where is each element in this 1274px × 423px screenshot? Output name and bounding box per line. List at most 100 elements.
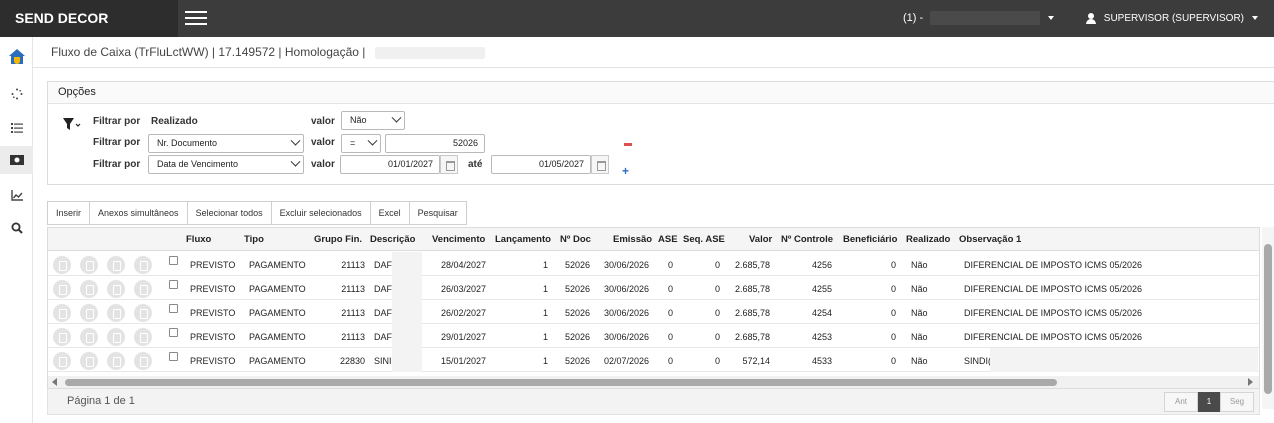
col-beneficiario[interactable]: Beneficiário [843,234,897,245]
delete-row-icon[interactable] [107,304,125,322]
calendar-icon[interactable] [591,155,609,174]
cell-seq-ase: 0 [714,260,720,270]
cell-realizado: Não [911,308,928,318]
cell-descricao: DAF [374,332,392,342]
row-checkbox[interactable] [169,256,178,265]
vertical-scrollbar[interactable] [1262,227,1274,409]
prev-page-button[interactable]: Ant [1164,392,1198,412]
document-number-input[interactable]: 52026 [385,134,485,153]
horizontal-scroll-thumb[interactable] [65,379,1057,386]
excel-button[interactable]: Excel [370,201,410,225]
view-row-icon[interactable] [53,304,71,322]
date-from-input[interactable]: 01/01/2027 [340,155,440,174]
col-lancamento[interactable]: Lançamento [495,234,551,245]
search-button[interactable]: Pesquisar [409,201,467,225]
delete-row-icon[interactable] [107,280,125,298]
edit-row-icon[interactable] [80,256,98,274]
edit-row-icon[interactable] [80,352,98,370]
sidebar-item-cash[interactable] [0,146,33,174]
realizado-value-select[interactable]: Não [341,111,405,130]
table-row[interactable]: PREVISTO PAGAMENTO 21113 DAF 26/02/2027 1 5202… [48,300,1259,324]
redacted-cell [392,300,422,324]
edit-row-icon[interactable] [80,280,98,298]
delete-row-icon[interactable] [107,328,125,346]
sidebar-item-home[interactable] [0,43,33,71]
cell-lancamento: 1 [542,284,548,294]
cell-nr-controle: 4253 [811,332,832,342]
filter-icon[interactable] [63,118,83,132]
filter-value-label-2: valor [311,137,335,148]
col-valor[interactable]: Valor [749,234,772,245]
row-checkbox[interactable] [169,304,178,313]
remove-filter-icon[interactable] [624,143,632,146]
col-vencimento[interactable]: Vencimento [432,234,485,245]
operator-select[interactable]: = [341,134,381,153]
col-nr-controle[interactable]: Nº Controle [781,234,833,245]
edit-row-icon[interactable] [80,328,98,346]
col-emissao[interactable]: Emissão [613,234,652,245]
add-filter-icon[interactable]: + [622,164,629,178]
delete-selected-button[interactable]: Excluir selecionados [271,201,371,225]
filter-label-1: Filtrar por [93,116,141,127]
col-realizado[interactable]: Realizado [906,234,950,245]
filter-field-select-3[interactable]: Data de Vencimento [148,155,304,174]
view-row-icon[interactable] [53,280,71,298]
table-row[interactable]: PREVISTO PAGAMENTO 21113 DAF 28/04/2027 1 5202… [48,252,1259,276]
filter-value-label-1: valor [311,116,335,127]
user-menu[interactable]: SUPERVISOR (SUPERVISOR) [1086,0,1258,37]
col-observacao[interactable]: Observação 1 [959,234,1021,245]
col-grupo-fin[interactable]: Grupo Fin. [314,234,362,245]
attach-row-icon[interactable] [134,256,152,274]
cell-observacao: DIFERENCIAL DE IMPOSTO ICMS 05/2026 [964,284,1143,294]
next-page-button[interactable]: Seg [1220,392,1254,412]
menu-toggle-icon[interactable] [185,11,207,27]
col-ase[interactable]: ASE [658,234,678,245]
view-row-icon[interactable] [53,328,71,346]
attach-row-icon[interactable] [134,352,152,370]
col-tipo[interactable]: Tipo [244,234,264,245]
cell-grupo-fin: 22830 [339,356,365,366]
delete-row-icon[interactable] [107,256,125,274]
row-checkbox[interactable] [169,328,178,337]
cell-nr-doc: 52026 [565,356,591,366]
filter-field-select-2[interactable]: Nr. Documento [148,134,304,153]
page-title: Fluxo de Caixa (TrFluLctWW) | 17.149572 … [51,45,366,59]
col-descricao[interactable]: Descrição [370,234,415,245]
delete-row-icon[interactable] [107,352,125,370]
col-nr-doc[interactable]: Nº Doc [560,234,591,245]
row-checkbox[interactable] [169,352,178,361]
company-selector[interactable]: (1) - [903,0,1055,37]
attach-row-icon[interactable] [134,280,152,298]
view-row-icon[interactable] [53,352,71,370]
sidebar-item-search[interactable] [0,214,33,242]
horizontal-scrollbar[interactable] [48,376,1259,388]
cell-ase: 0 [667,332,673,342]
cell-emissao: 02/07/2026 [604,356,650,366]
cell-observacao: DIFERENCIAL DE IMPOSTO ICMS 05/2026 [964,332,1143,342]
row-checkbox[interactable] [169,280,178,289]
cell-fluxo: PREVISTO [190,284,236,294]
brand-logo[interactable]: SEND DECOR [0,0,178,37]
sidebar-item-chart[interactable] [0,181,33,209]
edit-row-icon[interactable] [80,304,98,322]
col-seq-ase[interactable]: Seq. ASE [683,234,725,245]
vertical-scroll-thumb[interactable] [1264,244,1272,394]
sidebar-item-loading[interactable] [0,80,33,108]
scroll-right-icon[interactable] [1248,378,1253,386]
table-row[interactable]: PREVISTO PAGAMENTO 21113 DAF 29/01/2027 1 5202… [48,324,1259,348]
attachments-button[interactable]: Anexos simultâneos [90,201,188,225]
insert-button[interactable]: Inserir [47,201,91,225]
page-1-button[interactable]: 1 [1198,392,1220,412]
view-row-icon[interactable] [53,256,71,274]
col-fluxo[interactable]: Fluxo [186,234,211,245]
attach-row-icon[interactable] [134,328,152,346]
scroll-left-icon[interactable] [52,378,57,386]
date-to-input[interactable]: 01/05/2027 [491,155,591,174]
attach-row-icon[interactable] [134,304,152,322]
sidebar-item-list[interactable] [0,114,33,142]
select-all-button[interactable]: Selecionar todos [187,201,272,225]
calendar-icon[interactable] [440,155,458,174]
table-row[interactable]: PREVISTO PAGAMENTO 21113 DAF 26/03/2027 1 5202… [48,276,1259,300]
table-row[interactable]: PREVISTO PAGAMENTO 22830 SINI 15/01/2027 1 520… [48,348,1259,372]
cell-valor: 2.685,78 [734,332,770,342]
